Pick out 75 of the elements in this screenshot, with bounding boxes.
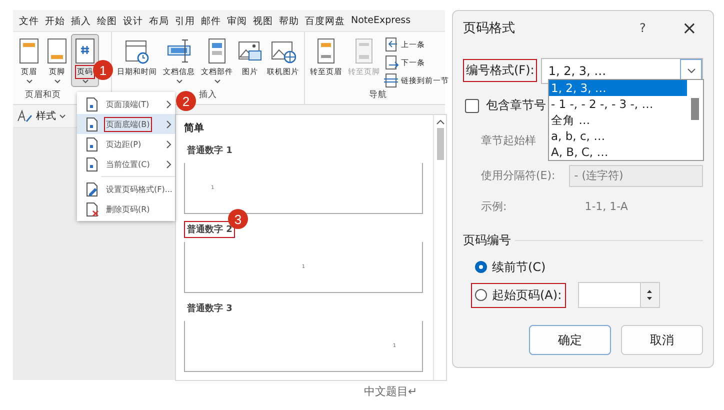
page-icon [85, 96, 99, 112]
field-label: 使用分隔符(E): [481, 168, 556, 183]
checkbox[interactable] [465, 98, 479, 112]
ribbon-tab[interactable]: 开始 [45, 15, 65, 28]
styles-icon [17, 109, 33, 123]
field-label: 章节起始样 [481, 133, 536, 148]
group-label: 页眉和页 [25, 89, 61, 102]
dropdown-option[interactable]: 1, 2, 3, … [549, 80, 687, 96]
page-edit-icon [85, 182, 99, 196]
scroll-thumb[interactable] [691, 98, 699, 120]
ribbon-tab[interactable]: 插入 [71, 15, 91, 28]
ribbon-tab[interactable]: 百度网盘 [305, 15, 345, 28]
menu-item[interactable]: 当前位置(C) [77, 154, 175, 174]
chevron-right-icon [166, 160, 172, 168]
caret-icon [54, 79, 60, 84]
dropdown-option[interactable]: A, B, C, … [549, 144, 687, 160]
group-label: 导航 [369, 89, 387, 102]
radio-label: 起始页码(A): [492, 286, 562, 304]
ribbon-tab[interactable]: 绘图 [97, 15, 117, 28]
gallery-item-label: 普通数字 1 [186, 144, 234, 158]
document-heading: 中文题目↵ [364, 384, 418, 399]
ribbon-tab[interactable]: 邮件 [201, 15, 221, 28]
dialog-title: 页码格式 [463, 20, 515, 37]
radio-button[interactable] [475, 289, 487, 301]
chevron-right-icon [166, 100, 172, 108]
field-label: 编号格式(F): [463, 59, 538, 82]
ribbon-tab[interactable]: 帮助 [279, 15, 299, 28]
section-heading: 页码编号 [463, 232, 511, 248]
radio-button[interactable] [475, 261, 487, 273]
section-heading: 简单 [184, 122, 205, 135]
link-page-icon [383, 73, 399, 88]
page-delete-icon [85, 202, 99, 216]
caret-icon [82, 79, 88, 84]
ribbon-tab[interactable]: 布局 [149, 15, 169, 28]
caret-icon [214, 79, 220, 84]
ribbon-tab[interactable]: 文件 [19, 15, 39, 28]
page-icon [85, 136, 99, 152]
styles-button[interactable]: 样式 [17, 109, 66, 123]
scroll-thumb[interactable] [436, 128, 444, 160]
menu-item[interactable]: 页边距(P) [77, 134, 175, 154]
dropdown-option[interactable]: 全角 … [549, 112, 687, 128]
separator-dropdown[interactable]: - (连字符) [569, 164, 703, 186]
ribbon-tab[interactable]: 审阅 [227, 15, 247, 28]
chevron-right-icon [166, 120, 172, 128]
menu-item[interactable]: 设置页码格式(F)... [77, 179, 175, 199]
page-icon [85, 116, 99, 132]
help-button[interactable]: ? [640, 21, 646, 35]
step-badge: 1 [93, 60, 113, 80]
ribbon-tab[interactable]: 设计 [123, 15, 143, 28]
group-label: 插入 [199, 89, 217, 102]
chevron-down-icon [686, 68, 696, 74]
checkbox-label: 包含章节号 [486, 97, 546, 114]
close-button[interactable]: × [682, 18, 697, 38]
page-icon [85, 156, 99, 172]
scrollbar[interactable] [433, 115, 446, 380]
caret-icon [59, 114, 66, 118]
radio-label: 续前节(C) [492, 258, 546, 276]
text-box-icon [166, 37, 192, 65]
dropdown-option[interactable]: a, b, c, … [549, 128, 687, 144]
caret-icon [176, 79, 182, 84]
caret-icon [26, 79, 32, 84]
ribbon-tab[interactable]: NoteExpress [351, 15, 411, 28]
menu-item[interactable]: 页面底端(B) [77, 114, 175, 134]
menu-item[interactable]: 页面顶端(T) [77, 94, 175, 114]
dialog-button[interactable]: 确定 [529, 325, 611, 355]
gallery-item-label: 普通数字 3 [186, 302, 234, 316]
ribbon-tab[interactable]: 引用 [175, 15, 195, 28]
chevron-up-icon[interactable] [436, 119, 444, 125]
dropdown-option[interactable]: - 1 -, - 2 -, - 3 -, … [549, 96, 687, 112]
ribbon-tab[interactable]: 视图 [253, 15, 273, 28]
example-value: 1-1, 1-A [584, 200, 628, 212]
menu-item[interactable]: 删除页码(R) [77, 199, 175, 219]
dialog-button[interactable]: 取消 [621, 325, 703, 355]
chevron-right-icon [166, 140, 172, 148]
field-label: 示例: [481, 198, 507, 214]
